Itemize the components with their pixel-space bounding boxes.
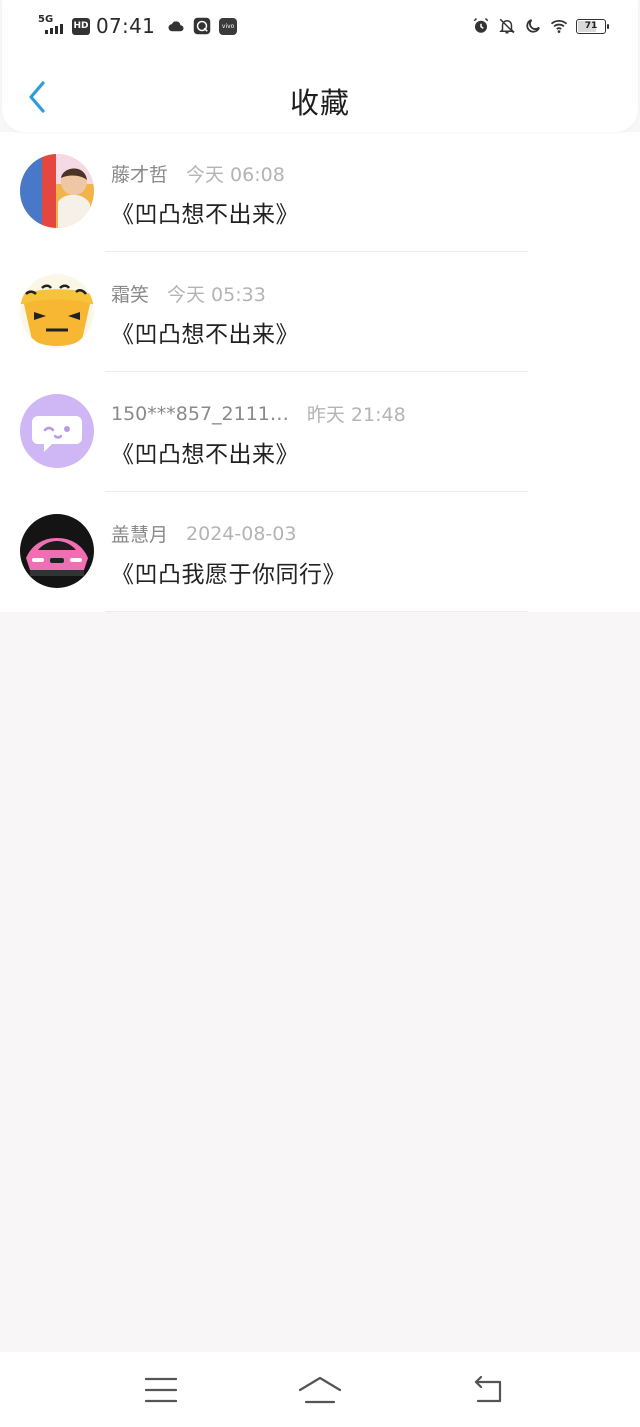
menu-icon — [145, 1377, 177, 1403]
cloud-icon — [168, 21, 184, 32]
browser-app-icon — [193, 17, 211, 35]
mute-bell-icon — [499, 18, 515, 34]
avatar[interactable] — [20, 154, 94, 228]
favorites-list: 藤才哲 今天 06:08 《凹凸想不出来》 霜笑 今天 05:33 《凹凸想不出… — [0, 132, 640, 612]
car-avatar — [20, 514, 94, 588]
list-item[interactable]: 霜笑 今天 05:33 《凹凸想不出来》 — [0, 252, 640, 372]
sender-name: 盖慧月 — [111, 524, 169, 546]
sender-name: 藤才哲 — [111, 164, 169, 186]
item-title: 《凹凸想不出来》 — [111, 322, 299, 348]
status-right: 71 — [472, 14, 609, 38]
item-title: 《凹凸我愿于你同行》 — [111, 562, 346, 588]
default-chat-avatar — [20, 394, 94, 468]
timestamp: 2024-08-03 — [186, 522, 297, 545]
status-time: 07:41 — [96, 14, 156, 38]
photo-avatar — [20, 154, 94, 228]
list-item[interactable]: 藤才哲 今天 06:08 《凹凸想不出来》 — [0, 132, 640, 252]
menu-button[interactable] — [137, 1366, 185, 1414]
app-root: 5G HD 07:41 vivo 71 收藏 藤才哲 今天 06:08 《凹凸想… — [0, 0, 640, 1427]
item-title: 《凹凸想不出来》 — [111, 202, 299, 228]
home-icon — [298, 1376, 342, 1404]
hd-badge: HD — [72, 17, 90, 35]
cartoon-avatar — [20, 274, 94, 348]
timestamp: 昨天 21:48 — [306, 404, 406, 426]
item-title: 《凹凸想不出来》 — [111, 442, 299, 468]
battery-level: 71 — [584, 21, 598, 31]
status-left: 5G HD 07:41 vivo — [38, 13, 238, 39]
list-item[interactable]: 盖慧月 2024-08-03 《凹凸我愿于你同行》 — [0, 492, 640, 612]
page-title: 收藏 — [289, 86, 350, 120]
avatar[interactable] — [20, 514, 94, 588]
status-bar: 5G HD 07:41 vivo 71 — [2, 0, 638, 52]
divider — [105, 611, 528, 612]
signal-icon: 5G — [38, 15, 68, 37]
avatar[interactable] — [20, 394, 94, 468]
list-item[interactable]: 150***857_2111… 昨天 21:48 《凹凸想不出来》 — [0, 372, 640, 492]
home-button[interactable] — [296, 1366, 344, 1414]
title-bar: 收藏 — [2, 60, 638, 132]
back-nav-button[interactable] — [464, 1366, 512, 1414]
sender-name: 150***857_2111… — [111, 402, 289, 425]
vivo-app-icon: vivo — [219, 17, 238, 35]
timestamp: 今天 05:33 — [167, 284, 266, 306]
back-icon — [474, 1376, 502, 1403]
battery-icon: 71 — [576, 18, 609, 34]
alarm-icon — [473, 17, 489, 33]
moon-icon — [526, 19, 540, 33]
wifi-icon — [550, 19, 568, 33]
timestamp: 今天 06:08 — [186, 164, 285, 186]
avatar[interactable] — [20, 274, 94, 348]
sender-name: 霜笑 — [111, 284, 150, 306]
header: 5G HD 07:41 vivo 71 收藏 — [2, 0, 638, 132]
navigation-bar — [0, 1352, 640, 1427]
